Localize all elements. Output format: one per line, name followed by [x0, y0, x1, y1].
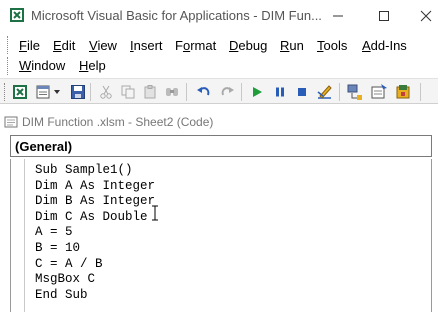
code-line[interactable]: C = A / B	[35, 257, 155, 273]
close-button[interactable]	[404, 0, 438, 32]
code-line[interactable]: Dim C As Double	[35, 210, 155, 226]
menu-debug[interactable]: Debug	[229, 38, 267, 53]
code-line[interactable]: A = 5	[35, 225, 155, 241]
undo-icon[interactable]	[195, 83, 213, 101]
menu-edit[interactable]: Edit	[53, 38, 75, 53]
code-window-titlebar[interactable]: DIM Function .xlsm - Sheet2 (Code)	[0, 111, 438, 133]
toolbar-separator	[339, 83, 340, 101]
standard-toolbar	[0, 78, 438, 104]
menu-add-ins[interactable]: Add-Ins	[362, 38, 407, 53]
code-line[interactable]: End Sub	[35, 288, 155, 304]
toolbar-separator	[186, 83, 187, 101]
menu-grip	[7, 36, 9, 54]
minimize-button[interactable]	[316, 0, 360, 32]
run-icon[interactable]	[248, 83, 266, 101]
view-excel-icon[interactable]	[11, 83, 29, 101]
menu-grip-2	[7, 57, 9, 75]
toolbar-separator	[241, 83, 242, 101]
code-line[interactable]: MsgBox C	[35, 272, 155, 288]
excel-app-icon	[9, 7, 25, 23]
code-line[interactable]: Dim B As Integer	[35, 194, 155, 210]
menu-help[interactable]: Help	[79, 58, 106, 73]
code-window: DIM Function .xlsm - Sheet2 (Code) (Gene…	[0, 105, 438, 312]
code-window-title: DIM Function .xlsm - Sheet2 (Code)	[22, 115, 214, 129]
copy-icon[interactable]	[119, 83, 137, 101]
toolbar-separator	[90, 83, 91, 101]
redo-icon[interactable]	[218, 83, 236, 101]
save-icon[interactable]	[69, 83, 87, 101]
menu-window[interactable]: Window	[19, 58, 65, 73]
title-bar: Microsoft Visual Basic for Applications …	[0, 0, 438, 32]
menu-bar: File Edit View Insert Format Debug Run T…	[0, 32, 438, 78]
code-lines: Sub Sample1() Dim A As Integer Dim B As …	[35, 163, 155, 303]
cut-icon[interactable]	[97, 83, 115, 101]
paste-icon[interactable]	[141, 83, 159, 101]
menu-tools[interactable]: Tools	[317, 38, 347, 53]
code-margin-indicator-bar[interactable]	[11, 159, 25, 312]
design-mode-icon[interactable]	[316, 83, 334, 101]
code-line[interactable]: Sub Sample1()	[35, 163, 155, 179]
maximize-button[interactable]	[362, 0, 406, 32]
window-title: Microsoft Visual Basic for Applications …	[31, 8, 322, 23]
menu-insert[interactable]: Insert	[130, 38, 163, 53]
find-icon[interactable]	[163, 83, 181, 101]
code-module-icon	[4, 115, 18, 129]
project-explorer-icon[interactable]	[346, 83, 364, 101]
object-selector-value: (General)	[15, 139, 73, 154]
code-line[interactable]: Dim A As Integer	[35, 179, 155, 195]
menu-run[interactable]: Run	[280, 38, 304, 53]
object-browser-icon[interactable]	[394, 83, 412, 101]
code-line[interactable]: B = 10	[35, 241, 155, 257]
insert-module-icon[interactable]	[34, 83, 52, 101]
dropdown-arrow-icon[interactable]	[52, 83, 62, 101]
text-cursor-icon	[151, 205, 159, 221]
toolbar-grip[interactable]	[4, 83, 6, 101]
break-icon[interactable]	[271, 83, 289, 101]
toolbar-separator	[420, 83, 421, 101]
object-selector[interactable]: (General)	[10, 135, 432, 157]
code-editor[interactable]: Sub Sample1() Dim A As Integer Dim B As …	[10, 159, 432, 312]
menu-file[interactable]: File	[19, 38, 40, 53]
reset-icon[interactable]	[293, 83, 311, 101]
menu-format[interactable]: Format	[175, 38, 216, 53]
menu-view[interactable]: View	[89, 38, 117, 53]
properties-icon[interactable]	[370, 83, 388, 101]
